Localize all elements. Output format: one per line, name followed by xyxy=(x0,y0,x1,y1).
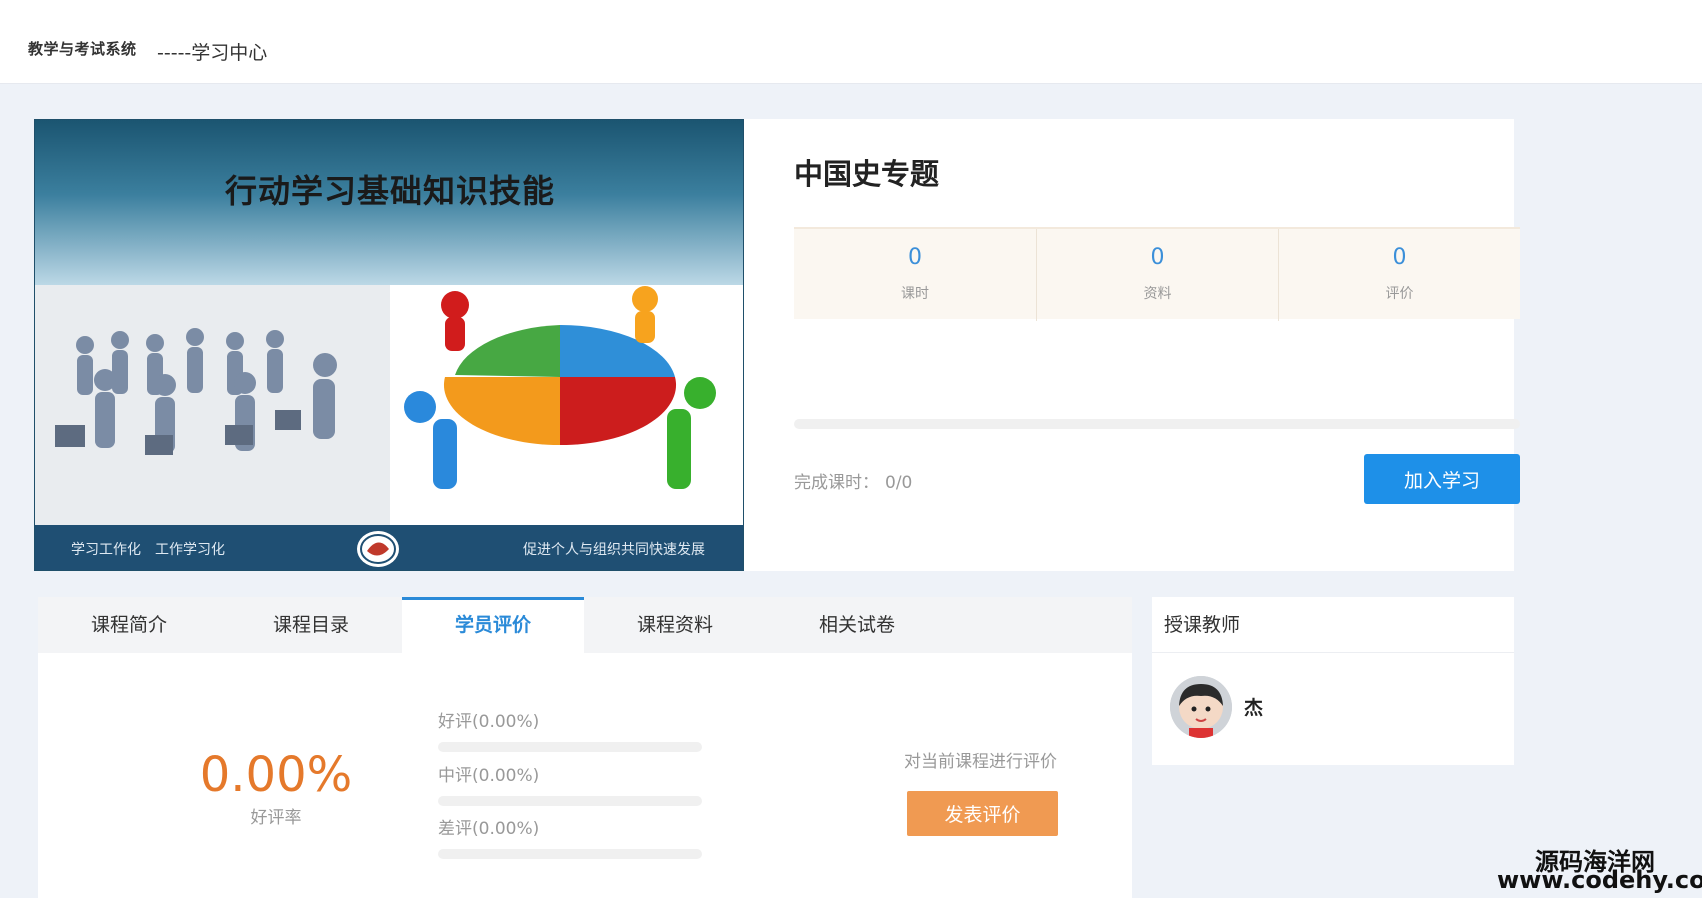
avatar-icon xyxy=(1170,676,1232,738)
tab-student-reviews[interactable]: 学员评价 xyxy=(402,597,584,653)
review-prompt: 对当前课程进行评价 xyxy=(904,752,1057,772)
tab-course-catalog[interactable]: 课程目录 xyxy=(220,597,402,653)
stat-label: 评价 xyxy=(1385,286,1414,302)
top-header: 教学与考试系统 -----学习中心 xyxy=(0,0,1702,84)
tab-course-intro[interactable]: 课程简介 xyxy=(38,597,220,653)
completed-lessons-label: 完成课时： xyxy=(794,473,879,493)
rating-bar-label: 差评(0.00%) xyxy=(438,819,540,839)
stat-reviews: 0 评价 xyxy=(1278,229,1520,321)
stat-value: 0 xyxy=(908,245,922,270)
teacher-name[interactable]: 杰 xyxy=(1244,693,1263,720)
course-cover-image: 行动学习基础知识技能 学习工作化 工作学习化 促进个人与组织共同快速发展 xyxy=(34,119,744,571)
teacher-panel: 授课教师 杰 xyxy=(1152,597,1514,765)
cover-illustration xyxy=(35,285,743,525)
stat-materials: 0 资料 xyxy=(1036,229,1278,321)
rating-bar-label: 好评(0.00%) xyxy=(438,712,540,732)
stat-value: 0 xyxy=(1392,245,1407,270)
rating-bar-label: 中评(0.00%) xyxy=(438,766,540,786)
section-title: -----学习中心 xyxy=(157,42,268,64)
course-tabs: 课程简介 课程目录 学员评价 课程资料 相关试卷 xyxy=(38,597,1132,653)
completed-lessons: 完成课时： 0/0 xyxy=(794,468,912,493)
tab-related-exams[interactable]: 相关试卷 xyxy=(766,597,948,653)
cover-title: 行动学习基础知识技能 xyxy=(224,172,555,210)
emblem-icon xyxy=(357,531,399,567)
post-review-button[interactable]: 发表评价 xyxy=(907,791,1058,836)
cover-header: 行动学习基础知识技能 xyxy=(35,120,743,285)
course-info: 中国史专题 0 课时 0 资料 0 评价 完成课时： 0/0 加入学习 xyxy=(764,119,1520,571)
course-progress-bar xyxy=(794,419,1520,429)
avatar[interactable] xyxy=(1170,676,1232,738)
stat-lessons: 0 课时 xyxy=(794,229,1036,321)
course-title: 中国史专题 xyxy=(794,157,940,191)
course-card: 行动学习基础知识技能 学习工作化 工作学习化 促进个人与组织共同快速发展 中国史… xyxy=(34,119,1520,571)
join-course-button[interactable]: 加入学习 xyxy=(1364,454,1520,504)
cover-slogan-left: 学习工作化 工作学习化 xyxy=(71,542,225,558)
positive-rate-value: 0.00% xyxy=(199,747,353,803)
course-detail-panel: 课程简介 课程目录 学员评价 课程资料 相关试卷 0.00% 好评率 好评(0.… xyxy=(38,597,1132,898)
completed-lessons-value: 0/0 xyxy=(885,473,913,493)
watermark-url: www.codehy.com xyxy=(1497,866,1702,894)
rating-bar-neutral: 中评(0.00%) xyxy=(438,761,702,806)
rating-bar-bad: 差评(0.00%) xyxy=(438,814,702,859)
stat-label: 资料 xyxy=(1143,286,1172,302)
course-stats: 0 课时 0 资料 0 评价 xyxy=(794,227,1520,321)
rating-bar-good: 好评(0.00%) xyxy=(438,707,702,752)
stat-value: 0 xyxy=(1150,245,1165,270)
app-logo[interactable]: 教学与考试系统 xyxy=(28,38,137,59)
rating-bar-track xyxy=(438,796,702,806)
teacher-panel-title: 授课教师 xyxy=(1152,597,1514,653)
rating-bar-track xyxy=(438,742,702,752)
positive-rate-label: 好评率 xyxy=(250,808,302,828)
stat-label: 课时 xyxy=(901,286,929,302)
cover-slogan-right: 促进个人与组织共同快速发展 xyxy=(523,542,705,558)
cover-footer: 学习工作化 工作学习化 促进个人与组织共同快速发展 xyxy=(35,525,743,570)
rating-bar-track xyxy=(438,849,702,859)
tab-course-materials[interactable]: 课程资料 xyxy=(584,597,766,653)
